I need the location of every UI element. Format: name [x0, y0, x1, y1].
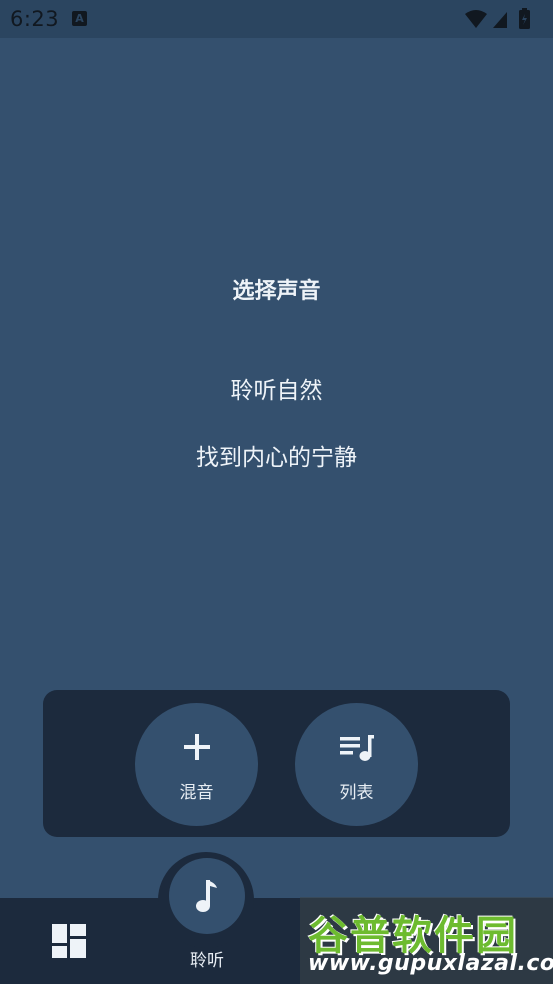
status-bar: 6:23 A [0, 0, 553, 38]
subtitle-line-2: 找到内心的宁静 [196, 445, 357, 471]
list-button[interactable]: 列表 [295, 703, 418, 826]
screen: 6:23 A 选择声音 聆听自然 找到内心的宁静 混音 列表 聆听 谷普软件园 … [0, 0, 553, 984]
battery-icon [519, 8, 530, 29]
subtitle-line-1: 聆听自然 [230, 378, 323, 404]
signal-icon [493, 12, 507, 28]
status-icons [463, 8, 543, 30]
mix-button-label: 混音 [179, 783, 214, 803]
playlist-icon [295, 733, 418, 765]
watermark-url: www.gupuxlazal.com [308, 951, 553, 976]
wifi-icon [465, 10, 487, 28]
watermark: 谷普软件园 www.gupuxlazal.com [300, 897, 553, 984]
status-time: 6:23 [10, 7, 60, 31]
list-button-label: 列表 [339, 783, 374, 803]
music-note-icon [196, 880, 217, 912]
plus-icon [135, 733, 258, 765]
headline: 选择声音 [232, 279, 321, 304]
listen-tab-button[interactable] [169, 858, 245, 934]
mix-button[interactable]: 混音 [135, 703, 258, 826]
a-icon: A [72, 11, 87, 26]
action-panel: 混音 列表 [43, 690, 510, 837]
dashboard-icon[interactable] [50, 922, 88, 960]
listen-tab-label: 聆听 [190, 951, 224, 971]
